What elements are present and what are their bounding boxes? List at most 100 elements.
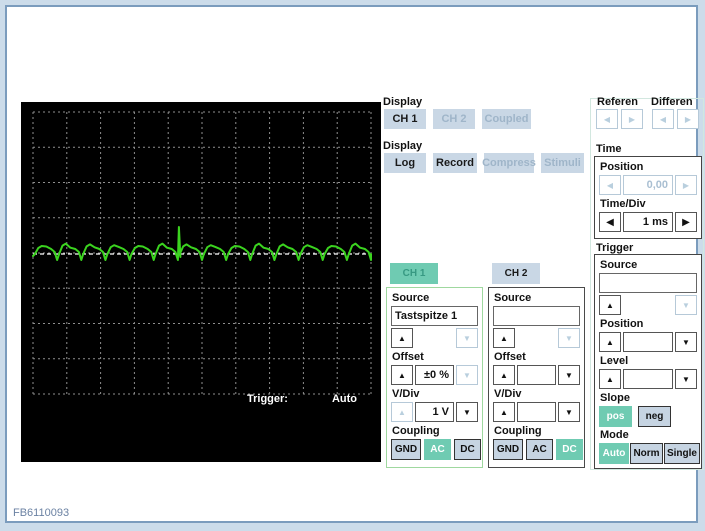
left-arrow-icon: ◀ [606,180,614,190]
reference-next-button[interactable]: ▶ [621,109,643,129]
tab-ch2[interactable]: CH 2 [492,263,540,284]
ch2-coupling-ac-button[interactable]: AC [526,439,553,460]
down-arrow-icon: ▼ [565,333,573,343]
down-arrow-icon: ▼ [682,374,690,384]
down-arrow-icon: ▼ [682,300,690,310]
ch1-vdiv-up-button[interactable]: ▲ [391,402,413,422]
ch2-coupling-gnd-button[interactable]: GND [493,439,523,460]
down-arrow-icon: ▼ [463,333,471,343]
down-arrow-icon: ▼ [565,407,573,417]
trigger-mode-norm-button[interactable]: Norm [630,443,663,464]
right-arrow-icon: ▶ [682,180,690,190]
left-arrow-icon: ◀ [603,114,611,124]
ch1-source-down-button[interactable]: ▼ [456,328,478,348]
scope-svg [32,111,372,395]
display-ch2-button[interactable]: CH 2 [433,109,475,129]
down-arrow-icon: ▼ [565,370,573,380]
display-modes-label: Display [383,140,423,152]
trigger-slope-pos-button[interactable]: pos [599,406,632,427]
trigger-position-value [623,332,673,352]
ch2-offset-value [517,365,556,385]
trigger-mode-label: Mode [600,429,629,441]
timediv-value: 1 ms [623,212,673,232]
scope-screen: Trigger: Auto [21,102,381,462]
reference-label: Referen [597,96,638,108]
ch2-vdiv-value [517,402,556,422]
left-arrow-icon: ◀ [606,216,614,228]
up-arrow-icon: ▲ [500,407,508,417]
trigger-position-label: Position [600,318,644,330]
ch2-vdiv-down-button[interactable]: ▼ [558,402,580,422]
timediv-left-button[interactable]: ◀ [599,212,621,232]
ch1-coupling-label: Coupling [392,425,440,437]
display-stimuli-button[interactable]: Stimuli [541,153,584,173]
timediv-right-button[interactable]: ▶ [675,212,697,232]
display-coupled-button[interactable]: Coupled [482,109,531,129]
trigger-status-label: Trigger: [247,393,288,405]
time-label: Time [596,143,622,155]
right-arrow-icon: ▶ [684,114,692,124]
trigger-panel: Source ▲ ▼ Position ▲ ▼ Level ▲ ▼ Slope … [594,254,702,469]
time-position-label: Position [600,161,644,173]
ch2-source-down-button[interactable]: ▼ [558,328,580,348]
reference-prev-button[interactable]: ◀ [596,109,618,129]
ch1-offset-down-button[interactable]: ▼ [456,365,478,385]
ch2-source-up-button[interactable]: ▲ [493,328,515,348]
ch2-offset-label: Offset [494,351,526,363]
ch2-vdiv-label: V/Div [494,388,522,400]
ch1-offset-up-button[interactable]: ▲ [391,365,413,385]
ch2-source-label: Source [494,292,532,304]
time-position-right-button[interactable]: ▶ [675,175,697,195]
ch1-vdiv-value: 1 V [415,402,454,422]
trigger-mode-auto-button[interactable]: Auto [599,443,629,464]
trigger-source-up-button[interactable]: ▲ [599,295,621,315]
ch2-source-input[interactable] [493,306,580,326]
display-record-button[interactable]: Record [433,153,477,173]
trigger-mode-single-button[interactable]: Single [664,443,700,464]
ch2-offset-down-button[interactable]: ▼ [558,365,580,385]
ch1-coupling-dc-button[interactable]: DC [454,439,481,460]
figure-code: FB6110093 [13,507,70,519]
ch1-coupling-ac-button[interactable]: AC [424,439,451,460]
tab-ch1[interactable]: CH 1 [390,263,438,284]
trigger-level-up-button[interactable]: ▲ [599,369,621,389]
difference-prev-button[interactable]: ◀ [652,109,674,129]
display-log-button[interactable]: Log [384,153,426,173]
up-arrow-icon: ▲ [606,300,614,310]
up-arrow-icon: ▲ [398,407,406,417]
ch1-vdiv-label: V/Div [392,388,420,400]
trigger-slope-label: Slope [600,392,630,404]
ch2-coupling-dc-button[interactable]: DC [556,439,583,460]
display-ch1-button[interactable]: CH 1 [384,109,426,129]
time-position-value: 0,00 [623,175,673,195]
ch1-source-input[interactable] [391,306,478,326]
ch1-source-up-button[interactable]: ▲ [391,328,413,348]
up-arrow-icon: ▲ [606,337,614,347]
ch2-offset-up-button[interactable]: ▲ [493,365,515,385]
trigger-source-down-button[interactable]: ▼ [675,295,697,315]
up-arrow-icon: ▲ [500,333,508,343]
ch1-coupling-gnd-button[interactable]: GND [391,439,421,460]
ch2-coupling-label: Coupling [494,425,542,437]
up-arrow-icon: ▲ [500,370,508,380]
ch1-vdiv-down-button[interactable]: ▼ [456,402,478,422]
trigger-position-up-button[interactable]: ▲ [599,332,621,352]
trigger-level-label: Level [600,355,629,367]
difference-next-button[interactable]: ▶ [677,109,699,129]
up-arrow-icon: ▲ [606,374,614,384]
trigger-status-value: Auto [331,393,357,405]
scope-status: Trigger: Auto [247,393,357,405]
up-arrow-icon: ▲ [398,370,406,380]
time-position-left-button[interactable]: ◀ [599,175,621,195]
right-arrow-icon: ▶ [682,216,690,228]
ch2-panel: Source ▲ ▼ Offset ▲ ▼ V/Div ▲ ▼ Coupling… [488,287,585,468]
display-compress-button[interactable]: Compress [482,153,536,173]
trigger-level-value [623,369,673,389]
time-panel: Position ◀ 0,00 ▶ Time/Div ◀ 1 ms ▶ [594,156,702,239]
ch2-vdiv-up-button[interactable]: ▲ [493,402,515,422]
ch1-source-label: Source [392,292,430,304]
trigger-source-input[interactable] [599,273,697,293]
trigger-level-down-button[interactable]: ▼ [675,369,697,389]
trigger-slope-neg-button[interactable]: neg [638,406,671,427]
trigger-position-down-button[interactable]: ▼ [675,332,697,352]
